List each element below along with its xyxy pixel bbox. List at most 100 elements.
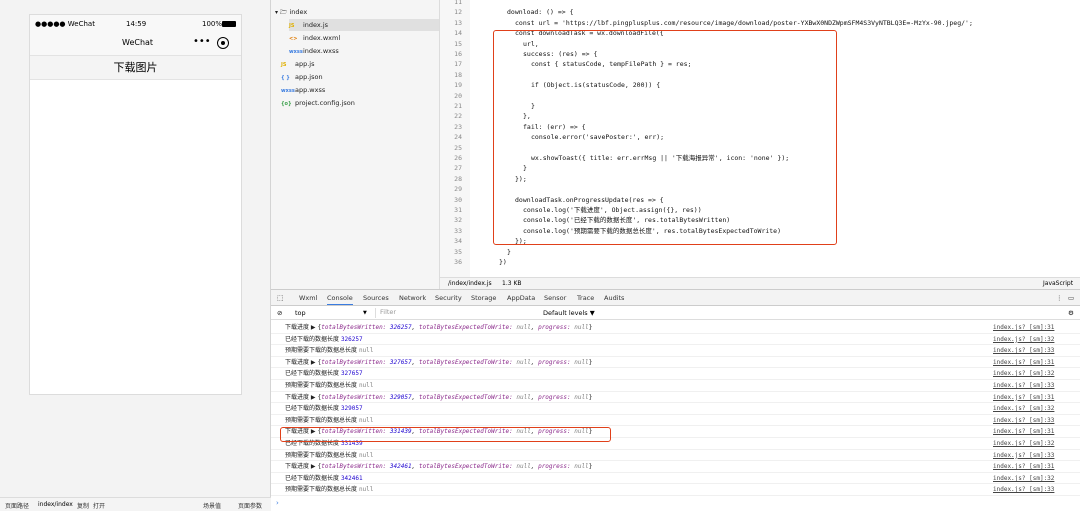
file-item[interactable]: JS app.js xyxy=(281,58,431,70)
editor-status-bar: /index/index.js 1.3 KB JavaScript xyxy=(440,277,1080,289)
source-link[interactable]: index.js? [sm]:33 xyxy=(993,345,1054,357)
tab-audits[interactable]: Audits xyxy=(604,294,624,302)
tab-appdata[interactable]: AppData xyxy=(507,294,535,302)
file-type-icon: <> xyxy=(289,36,298,42)
line-number: 18 xyxy=(454,70,462,79)
console-row: 下载进度 ▶ {totalBytesWritten: 329057, total… xyxy=(271,392,1080,404)
levels-dropdown[interactable]: Default levels ▼ xyxy=(543,309,595,317)
page-params-button[interactable]: 页面参数 xyxy=(238,501,262,510)
open-link[interactable]: 打开 xyxy=(93,501,105,510)
close-capsule-icon[interactable] xyxy=(217,37,229,49)
nav-title: WeChat xyxy=(122,38,154,47)
console-message: 下载进度 ▶ {totalBytesWritten: 329057, total… xyxy=(285,393,593,401)
log-value: 342461 xyxy=(340,474,363,482)
object-key: progress: xyxy=(538,393,571,401)
file-label: index.js xyxy=(303,21,329,29)
console-row: 预期需要下载的数据总长度 null index.js? [sm]:33 xyxy=(271,345,1080,357)
line-number: 34 xyxy=(454,237,462,246)
object-value: null xyxy=(516,463,531,471)
console-filter-bar: ⊘ top ▼ Filter Default levels ▼ ⚙ xyxy=(271,306,1080,320)
object-value: 329057 xyxy=(389,393,412,401)
file-item[interactable]: JS index.js xyxy=(289,19,439,31)
battery-icon xyxy=(222,21,236,27)
source-link[interactable]: index.js? [sm]:31 xyxy=(993,392,1054,404)
file-item[interactable]: { } app.json xyxy=(281,71,431,83)
console-prompt[interactable]: › xyxy=(276,499,279,507)
line-number: 36 xyxy=(454,258,462,266)
context-select[interactable]: top xyxy=(295,309,306,317)
source-link[interactable]: index.js? [sm]:32 xyxy=(993,438,1054,450)
context-chevron-down-icon[interactable]: ▼ xyxy=(363,310,367,316)
file-label: app.json xyxy=(295,73,323,81)
scene-value-button[interactable]: 场景值 xyxy=(203,501,221,510)
file-type-icon: {o} xyxy=(281,101,292,107)
source-link[interactable]: index.js? [sm]:33 xyxy=(993,450,1054,462)
tab-wxml[interactable]: Wxml xyxy=(299,294,317,302)
console-row: 已经下载的数据长度 327657 index.js? [sm]:32 xyxy=(271,368,1080,380)
source-link[interactable]: index.js? [sm]:33 xyxy=(993,415,1054,427)
source-link[interactable]: index.js? [sm]:33 xyxy=(993,380,1054,392)
console-row: 下载进度 ▶ {totalBytesWritten: 342461, total… xyxy=(271,461,1080,473)
line-number: 13 xyxy=(454,18,462,27)
line-number: 11 xyxy=(454,0,462,6)
source-link[interactable]: index.js? [sm]:32 xyxy=(993,403,1054,415)
folder-index[interactable]: ▾ 🗁 index xyxy=(275,6,307,18)
log-label: 已经下载的数据长度 xyxy=(285,405,340,413)
inspect-icon[interactable]: ⬚ xyxy=(277,294,284,302)
more-icon[interactable]: ••• xyxy=(193,36,211,47)
page-path-value: index/index xyxy=(38,501,73,508)
file-item[interactable]: <> index.wxml xyxy=(289,32,439,44)
more-menu-icon[interactable]: ⋮ xyxy=(1056,294,1063,302)
file-item[interactable]: wxssindex.wxss xyxy=(289,45,439,57)
log-label: 预期需要下载的数据总长度 xyxy=(285,347,358,355)
log-label: 下载进度 xyxy=(285,358,310,366)
file-item[interactable]: {o} project.config.json xyxy=(281,97,431,109)
file-item[interactable]: wxssapp.wxss xyxy=(281,84,431,96)
tab-sources[interactable]: Sources xyxy=(363,294,389,302)
tab-storage[interactable]: Storage xyxy=(471,294,496,302)
line-number: 27 xyxy=(454,164,462,173)
dock-icon[interactable]: ▭ xyxy=(1068,294,1074,302)
console-message: 已经下载的数据长度 326257 xyxy=(285,334,363,346)
tab-trace[interactable]: Trace xyxy=(577,294,594,302)
source-link[interactable]: index.js? [sm]:32 xyxy=(993,368,1054,380)
code-highlight-box xyxy=(493,30,837,245)
object-key: totalBytesExpectedToWrite: xyxy=(418,463,513,471)
source-link[interactable]: index.js? [sm]:33 xyxy=(993,484,1054,496)
folder-label: index xyxy=(289,8,308,16)
source-link[interactable]: index.js? [sm]:31 xyxy=(993,357,1054,369)
copy-link[interactable]: 复制 xyxy=(77,501,89,510)
phone-nav-bar: WeChat ••• xyxy=(30,33,241,55)
source-link[interactable]: index.js? [sm]:31 xyxy=(993,426,1054,438)
console-message: 已经下载的数据长度 327657 xyxy=(285,368,363,380)
console-row: 预期需要下载的数据总长度 null index.js? [sm]:33 xyxy=(271,450,1080,462)
source-link[interactable]: index.js? [sm]:31 xyxy=(993,461,1054,473)
object-key: totalBytesWritten: xyxy=(321,463,387,471)
clear-console-icon[interactable]: ⊘ xyxy=(277,309,282,317)
filter-input[interactable]: Filter xyxy=(375,308,535,318)
source-link[interactable]: index.js? [sm]:32 xyxy=(993,334,1054,346)
source-link[interactable]: index.js? [sm]:31 xyxy=(993,322,1054,334)
object-key: totalBytesWritten: xyxy=(321,393,387,401)
settings-gear-icon[interactable]: ⚙ xyxy=(1068,309,1074,317)
phone-screen: ●●●●● WeChat 14:59 100% WeChat ••• 下载图片 xyxy=(29,14,242,395)
file-type-icon: wxss xyxy=(281,88,295,94)
console-message: 预期需要下载的数据总长度 null xyxy=(285,415,373,427)
console-output: 下载进度 ▶ {totalBytesWritten: 326257, total… xyxy=(271,320,1080,511)
log-label: 下载进度 xyxy=(285,324,310,331)
tab-security[interactable]: Security xyxy=(435,294,462,302)
object-preview: totalBytesWritten: 326257, totalBytesExp… xyxy=(321,324,589,331)
log-value: null xyxy=(358,486,374,494)
language-mode[interactable]: JavaScript xyxy=(1043,280,1073,287)
object-value: null xyxy=(574,463,589,471)
log-value: null xyxy=(358,382,374,389)
source-link[interactable]: index.js? [sm]:32 xyxy=(993,473,1054,485)
log-label: 下载进度 xyxy=(285,393,310,401)
line-number: 17 xyxy=(454,60,462,69)
tab-sensor[interactable]: Sensor xyxy=(544,294,566,302)
tab-console[interactable]: Console xyxy=(327,294,353,305)
tab-network[interactable]: Network xyxy=(399,294,426,302)
file-label: index.wxss xyxy=(303,47,339,55)
line-number: 24 xyxy=(454,133,462,142)
object-key: progress: xyxy=(538,358,571,366)
